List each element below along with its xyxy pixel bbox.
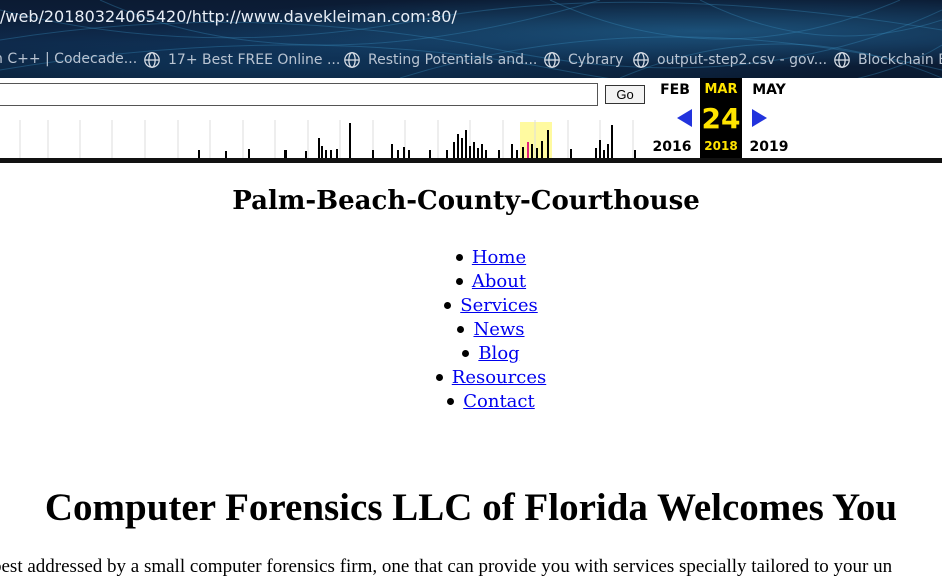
welcome-heading: Computer Forensics LLC of Florida Welcom… [44,486,898,529]
nav-item-news: News [0,317,942,341]
nav-item-blog: Blog [0,341,942,365]
toolbar-divider [0,158,942,163]
bullet-icon [457,325,465,333]
current-month: MAR [704,82,738,97]
prev-capture-arrow-icon[interactable] [675,107,695,129]
bookmark-item-cybrary[interactable]: Cybrary [543,51,623,69]
globe-icon [633,52,649,68]
prev-year-label[interactable]: 2016 [650,139,694,155]
nav-item-home: Home [0,245,942,269]
bookmark-label: n C++ | Codecade... [0,51,138,67]
site-title: Palm-Beach-County-Courthouse [232,186,700,216]
current-capture-marker [527,142,529,158]
globe-icon [834,52,850,68]
nav-item-about: About [0,269,942,293]
bullet-icon [455,253,463,261]
current-year: 2018 [704,139,738,153]
current-capture-date: MAR 24 2018 [700,78,742,158]
wayback-toolbar: Go FEB 2016 MAR 24 2018 MAY 2019 [0,78,942,164]
address-bar-url[interactable]: /web/20180324065420/http://www.davekleim… [0,7,457,29]
main-nav: Home About Services News Blog Resources … [0,245,942,413]
nav-item-resources: Resources [0,365,942,389]
nav-link-resources[interactable]: Resources [452,367,546,388]
wayback-url-input[interactable] [0,83,598,106]
nav-link-services[interactable]: Services [460,295,537,316]
next-month-label[interactable]: MAY [747,82,791,98]
next-capture-arrow-icon[interactable] [749,107,769,129]
globe-icon [544,52,560,68]
globe-icon [344,52,360,68]
current-day: 24 [701,102,741,135]
bookmark-item-blockchain[interactable]: Blockchain E [833,51,942,69]
intro-paragraph: best addressed by a small computer foren… [0,556,893,577]
prev-month-label[interactable]: FEB [653,82,697,98]
bookmarks-bar: n C++ | Codecade... 17+ Best FREE Online… [0,48,942,74]
nav-link-about[interactable]: About [472,271,526,292]
globe-icon [144,52,160,68]
nav-item-contact: Contact [0,389,942,413]
nav-item-services: Services [0,293,942,317]
nav-link-news[interactable]: News [473,319,524,340]
nav-link-home[interactable]: Home [472,247,526,268]
bookmark-item-online[interactable]: 17+ Best FREE Online ... [143,51,340,69]
bullet-icon [455,277,463,285]
bookmark-label: 17+ Best FREE Online ... [168,52,341,68]
capture-bars [198,123,636,158]
bullet-icon [444,301,452,309]
bookmark-item-resting[interactable]: Resting Potentials and... [343,51,537,69]
nav-link-blog[interactable]: Blog [478,343,519,364]
browser-chrome: /web/20180324065420/http://www.davekleim… [0,0,942,78]
bullet-icon [462,349,470,357]
bookmark-label: output-step2.csv - gov... [657,52,828,68]
bullet-icon [435,373,443,381]
bookmark-label: Resting Potentials and... [368,52,538,68]
capture-sparkline[interactable] [0,120,648,158]
bookmark-item-output-csv[interactable]: output-step2.csv - gov... [632,51,827,69]
bookmark-label: Blockchain E [858,52,942,68]
next-year-label[interactable]: 2019 [747,139,791,155]
bookmark-label: Cybrary [568,52,624,68]
bookmark-item-codecademy[interactable]: n C++ | Codecade... [0,51,137,67]
bullet-icon [447,397,455,405]
nav-link-contact[interactable]: Contact [463,391,534,412]
go-button[interactable]: Go [605,85,645,104]
